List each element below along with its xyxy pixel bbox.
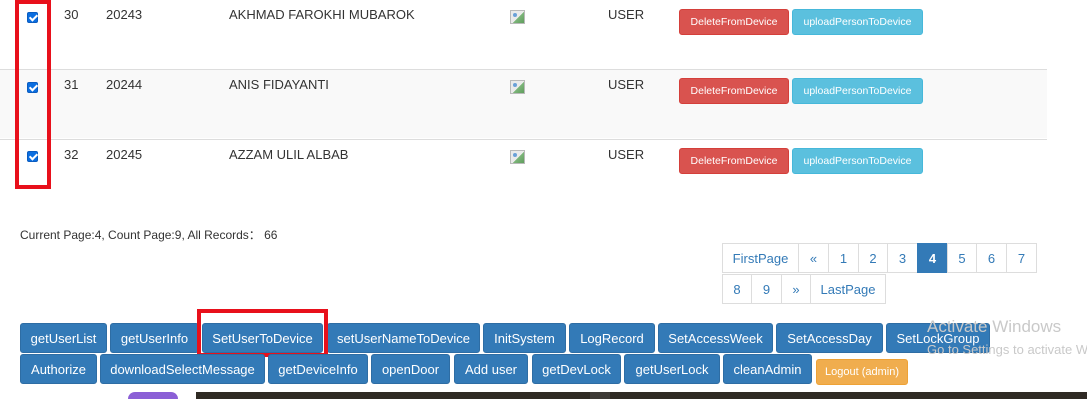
person-id: 20243 <box>106 7 143 22</box>
broken-image-icon <box>510 150 525 164</box>
page-link-6[interactable]: 6 <box>976 243 1007 273</box>
page-link-8[interactable]: 8 <box>722 274 752 304</box>
taskbar-app-icon[interactable] <box>128 392 178 399</box>
set-access-week-button[interactable]: SetAccessWeek <box>658 323 773 353</box>
get-dev-lock-button[interactable]: getDevLock <box>532 354 621 384</box>
upload-person-to-device-button[interactable]: uploadPersonToDevice <box>792 78 923 104</box>
logout-button[interactable]: Logout (admin) <box>816 359 908 385</box>
broken-image-icon <box>510 10 525 24</box>
person-name: ANIS FIDAYANTI <box>229 77 329 92</box>
delete-from-device-button[interactable]: DeleteFromDevice <box>679 148 789 174</box>
taskbar-segment <box>590 392 610 399</box>
prev-page-link[interactable]: « <box>798 243 829 273</box>
person-name: AZZAM ULIL ALBAB <box>229 147 349 162</box>
page-link-1[interactable]: 1 <box>828 243 859 273</box>
download-select-message-button[interactable]: downloadSelectMessage <box>100 354 265 384</box>
set-user-name-to-device-button[interactable]: setUserNameToDevice <box>327 323 480 353</box>
get-user-list-button[interactable]: getUserList <box>20 323 107 353</box>
upload-person-to-device-button[interactable]: uploadPersonToDevice <box>792 9 923 35</box>
get-device-info-button[interactable]: getDeviceInfo <box>268 354 368 384</box>
page-link-3[interactable]: 3 <box>887 243 918 273</box>
row-number: 32 <box>64 147 79 162</box>
pagination-status: Current Page:4, Count Page:9, All Record… <box>20 228 278 242</box>
activate-windows-hint: Go to Settings to activate Windows. <box>927 342 1087 357</box>
row-number: 31 <box>64 77 79 92</box>
page-link-5[interactable]: 5 <box>947 243 977 273</box>
table-row: 32 20245 AZZAM ULIL ALBAB USER DeleteFro… <box>0 139 1047 208</box>
page-link-9[interactable]: 9 <box>751 274 782 304</box>
person-role: USER <box>608 77 645 92</box>
person-role: USER <box>608 7 645 22</box>
checkbox-highlight-box <box>15 0 51 189</box>
person-id: 20244 <box>106 77 143 92</box>
broken-image-icon <box>510 80 525 94</box>
authorize-button[interactable]: Authorize <box>20 354 97 384</box>
next-page-link[interactable]: » <box>781 274 811 304</box>
clean-admin-button[interactable]: cleanAdmin <box>723 354 812 384</box>
get-user-lock-button[interactable]: getUserLock <box>624 354 720 384</box>
init-system-button[interactable]: InitSystem <box>483 323 566 353</box>
taskbar-strip <box>0 392 1087 399</box>
person-name: AKHMAD FAROKHI MUBAROK <box>229 7 415 22</box>
open-door-button[interactable]: openDoor <box>371 354 450 384</box>
delete-from-device-button[interactable]: DeleteFromDevice <box>679 9 789 35</box>
person-role: USER <box>608 147 645 162</box>
page-link-2[interactable]: 2 <box>858 243 888 273</box>
log-record-button[interactable]: LogRecord <box>569 323 655 353</box>
upload-person-to-device-button[interactable]: uploadPersonToDevice <box>792 148 923 174</box>
set-access-day-button[interactable]: SetAccessDay <box>776 323 883 353</box>
last-page-link[interactable]: LastPage <box>810 274 886 304</box>
add-user-button[interactable]: Add user <box>454 354 528 384</box>
row-number: 30 <box>64 7 79 22</box>
table-row: 30 20243 AKHMAD FAROKHI MUBAROK USER Del… <box>0 0 1047 69</box>
page-link-7[interactable]: 7 <box>1006 243 1037 273</box>
activate-windows-watermark: Activate Windows <box>927 317 1062 336</box>
get-user-info-button[interactable]: getUserInfo <box>110 323 199 353</box>
person-id: 20245 <box>106 147 143 162</box>
page-link-4-active[interactable]: 4 <box>917 243 948 273</box>
first-page-link[interactable]: FirstPage <box>722 243 799 273</box>
table-row: 31 20244 ANIS FIDAYANTI USER DeleteFromD… <box>0 69 1047 138</box>
delete-from-device-button[interactable]: DeleteFromDevice <box>679 78 789 104</box>
set-user-to-device-highlight-box <box>197 309 328 357</box>
